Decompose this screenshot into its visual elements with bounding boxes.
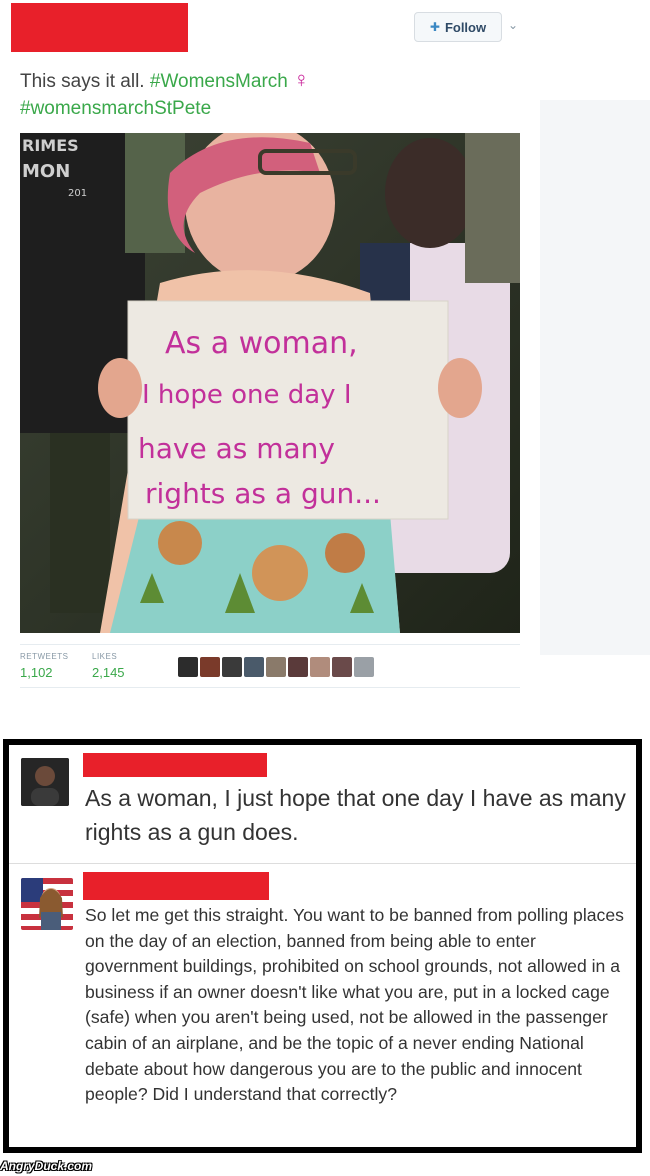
liker-avatar[interactable] — [222, 657, 242, 677]
stats-divider-bottom — [20, 687, 520, 688]
tweet-text: This says it all. #WomensMarch ♀ #womens… — [20, 66, 520, 122]
shirt-text-3: 201 — [68, 188, 87, 199]
likes-label: LIKES — [92, 652, 118, 661]
liker-avatar[interactable] — [354, 657, 374, 677]
follow-label: Follow — [444, 19, 487, 35]
liker-avatar[interactable] — [332, 657, 352, 677]
dark-portrait-avatar[interactable] — [21, 758, 69, 806]
tweet-text-prefix: This says it all. — [20, 71, 145, 92]
follow-button[interactable]: ✚ Follow — [414, 12, 502, 42]
retweets-count: 1,102 — [20, 665, 53, 680]
likes-count: 2,145 — [92, 665, 125, 680]
avatar-portrait-icon — [21, 758, 69, 806]
sidebar-panel — [540, 100, 650, 655]
hashtag-womensmarch[interactable]: #WomensMarch — [150, 71, 288, 92]
hashtag-womensmarchstpete[interactable]: #womensmarchStPete — [20, 98, 211, 119]
liker-avatar[interactable] — [288, 657, 308, 677]
shirt-text-1: RIMES — [22, 136, 79, 155]
comment: So let me get this straight. You want to… — [9, 863, 636, 1147]
shirt-text-2: MON — [22, 161, 70, 182]
add-user-icon: ✚ — [429, 20, 440, 34]
liker-avatar[interactable] — [310, 657, 330, 677]
avatar-flag-icon — [21, 878, 73, 930]
sign-line-4: rights as a gun... — [145, 477, 381, 510]
venus-icon: ♀ — [293, 67, 310, 92]
sign-line-3: have as many — [138, 432, 335, 465]
tweet-card: ✚ Follow ⌄ This says it all. #WomensMarc… — [0, 0, 540, 700]
liker-avatar[interactable] — [266, 657, 286, 677]
stats-divider-top — [20, 644, 520, 645]
liker-avatar[interactable] — [200, 657, 220, 677]
watermark: AngryDuck.com — [0, 1159, 93, 1173]
comment-text: As a woman, I just hope that one day I h… — [85, 785, 626, 845]
protest-photo-illustration: As a woman, I hope one day I have as man… — [20, 133, 520, 633]
sign-line-2: I hope one day I — [142, 380, 352, 410]
retweets-stat[interactable]: RETWEETS 1,102 — [20, 652, 68, 680]
redacted-commenter-name — [83, 753, 267, 777]
tweet-photo[interactable]: As a woman, I hope one day I have as man… — [20, 133, 520, 633]
comment: As a woman, I just hope that one day I h… — [9, 745, 636, 863]
sign-line-1: As a woman, — [165, 326, 358, 361]
likes-stat[interactable]: LIKES 2,145 — [92, 652, 125, 680]
liker-avatars — [178, 657, 374, 677]
comment-text: So let me get this straight. You want to… — [85, 905, 624, 1105]
liker-avatar[interactable] — [178, 657, 198, 677]
chevron-down-icon[interactable]: ⌄ — [508, 18, 518, 32]
retweets-label: RETWEETS — [20, 652, 69, 661]
redacted-commenter-name — [83, 872, 269, 900]
liker-avatar[interactable] — [244, 657, 264, 677]
flag-portrait-avatar[interactable] — [21, 878, 73, 930]
comments-box: As a woman, I just hope that one day I h… — [3, 739, 642, 1153]
redacted-username — [11, 3, 188, 52]
